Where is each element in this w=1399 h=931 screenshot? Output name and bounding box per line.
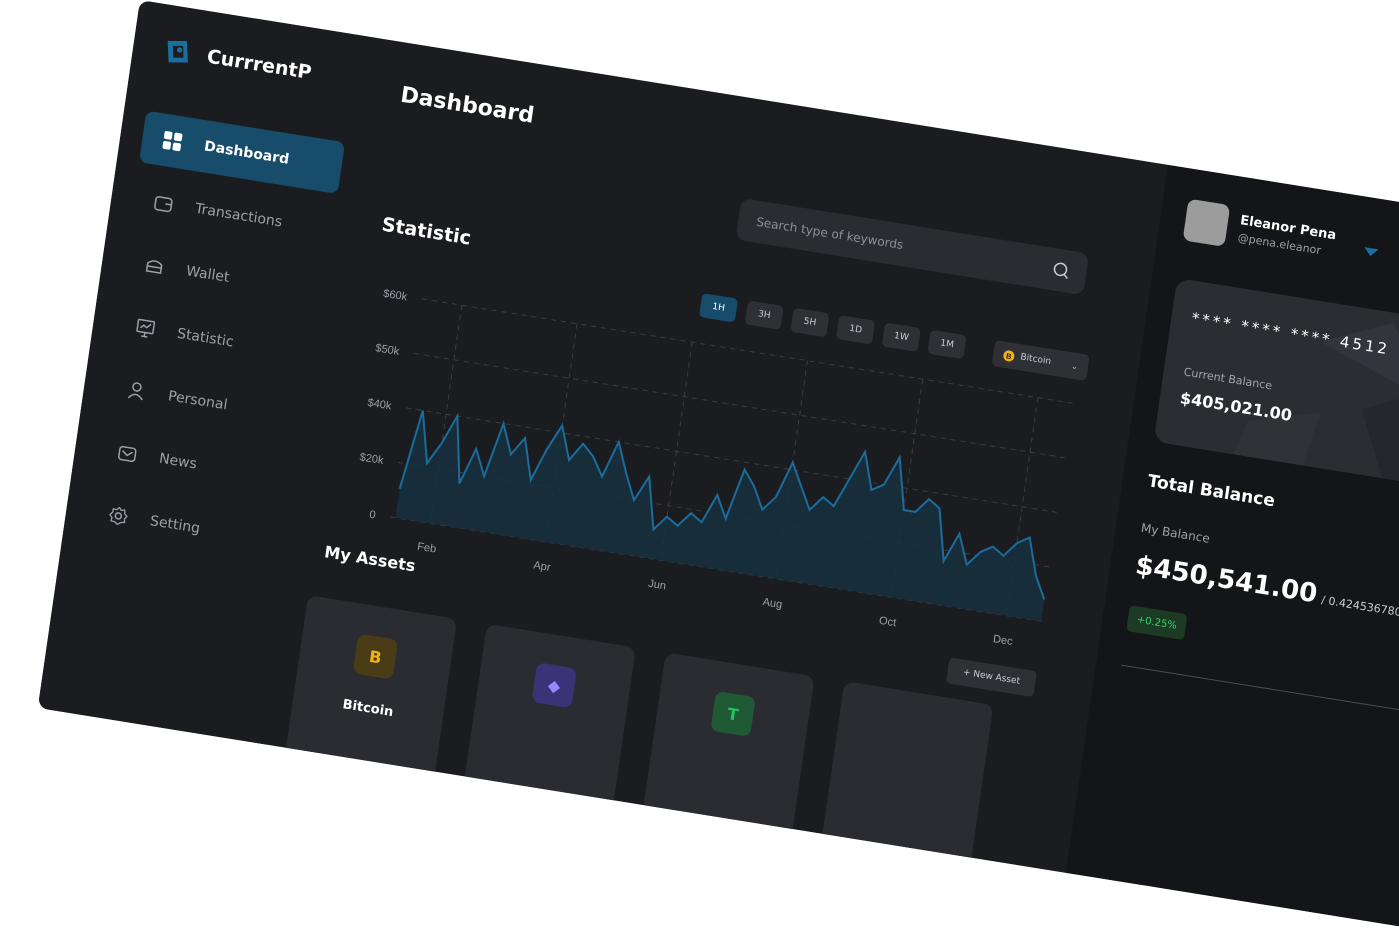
logo[interactable]: CurrrentP (161, 35, 313, 88)
divider (1121, 664, 1399, 715)
chart-x-tick-label: Jun (647, 578, 666, 593)
chart-y-tick-label: $60k (382, 288, 408, 304)
sidebar-item-label: Transactions (194, 200, 284, 231)
search-icon[interactable] (1051, 260, 1071, 281)
presentation-chart-icon (136, 318, 156, 338)
chart-y-tick-label: 0 (369, 509, 377, 522)
sidebar-item-label: News (157, 450, 198, 473)
sidebar-item-label: Setting (148, 513, 202, 537)
sidebar-item-label: Wallet (185, 263, 231, 287)
dashboard-board: CurrrentP Dashboard Transactions Wallet … (37, 0, 1399, 931)
app-name: CurrrentP (205, 45, 313, 85)
chart-y-tick-label: $20k (359, 451, 385, 467)
balance-btc: / 0.424536780 BTC (1320, 593, 1399, 623)
range-1m[interactable]: 1M (927, 329, 967, 360)
asset-name: Bitcoin (341, 697, 395, 721)
mail-icon (118, 445, 137, 462)
sidebar-item-label: Personal (167, 388, 229, 414)
chart-x-tick-label: Feb (416, 541, 437, 556)
asset-card-tether[interactable]: T (637, 652, 815, 875)
search-input[interactable] (753, 213, 1054, 278)
credit-card[interactable]: **** **** **** 4512 Current Balance $405… (1153, 277, 1399, 488)
balance-change-badge: +0.25% (1126, 605, 1188, 641)
balance-amount: $450,541.00 (1133, 550, 1320, 610)
bitcoin-icon: B (352, 633, 399, 680)
chart-x-tick-label: Apr (533, 559, 552, 574)
ethereum-icon: ◆ (531, 662, 577, 709)
asset-card-bitcoin[interactable]: B Bitcoin (279, 595, 458, 818)
avatar (1182, 198, 1231, 247)
asset-card-ethereum[interactable]: ◆ (458, 623, 636, 846)
range-3h[interactable]: 3H (744, 300, 784, 330)
search-bar (735, 197, 1090, 296)
total-balance-title: Total Balance (1146, 471, 1277, 512)
wallet-icon (145, 260, 163, 275)
chart-x-tick-label: Aug (762, 596, 783, 611)
chevron-down-icon[interactable] (1363, 247, 1379, 258)
card-pattern (1232, 322, 1399, 488)
chart-gridline (414, 352, 1070, 460)
sidebar-item-label: Statistic (176, 325, 235, 351)
range-1w[interactable]: 1W (881, 322, 921, 352)
chart-y-tick-label: $50k (375, 342, 401, 358)
range-1h[interactable]: 1H (698, 293, 739, 323)
sidebar-nav: Dashboard Transactions Wallet Statistic … (83, 110, 346, 580)
statistic-title: Statistic (380, 213, 473, 250)
sidebar-item-label: Dashboard (203, 138, 291, 168)
my-balance-label: My Balance (1140, 520, 1211, 546)
chart-area-fill (395, 410, 1045, 622)
range-1d[interactable]: 1D (836, 315, 876, 345)
main-content: Dashboard Statistic 1H 3H 5H 1D 1W 1M B … (279, 40, 1143, 904)
user-icon (127, 382, 143, 401)
wallet-card-icon (154, 196, 173, 213)
chart-x-tick-label: Oct (878, 615, 897, 630)
logo-icon (167, 40, 188, 63)
coin-select-label: Bitcoin (1019, 352, 1052, 368)
chevron-down-icon: ⌄ (1070, 360, 1079, 371)
user-profile[interactable]: Eleanor Pena @pena.eleanor (1182, 198, 1338, 265)
gear-icon (109, 506, 128, 526)
bitcoin-icon: B (1003, 349, 1015, 361)
grid-icon (162, 131, 183, 152)
chart-x-tick-label: Dec (992, 633, 1014, 648)
page-title: Dashboard (398, 82, 536, 129)
chart-y-tick-label: $40k (367, 397, 393, 413)
asset-card-other[interactable] (815, 681, 994, 904)
range-5h[interactable]: 5H (790, 307, 830, 338)
